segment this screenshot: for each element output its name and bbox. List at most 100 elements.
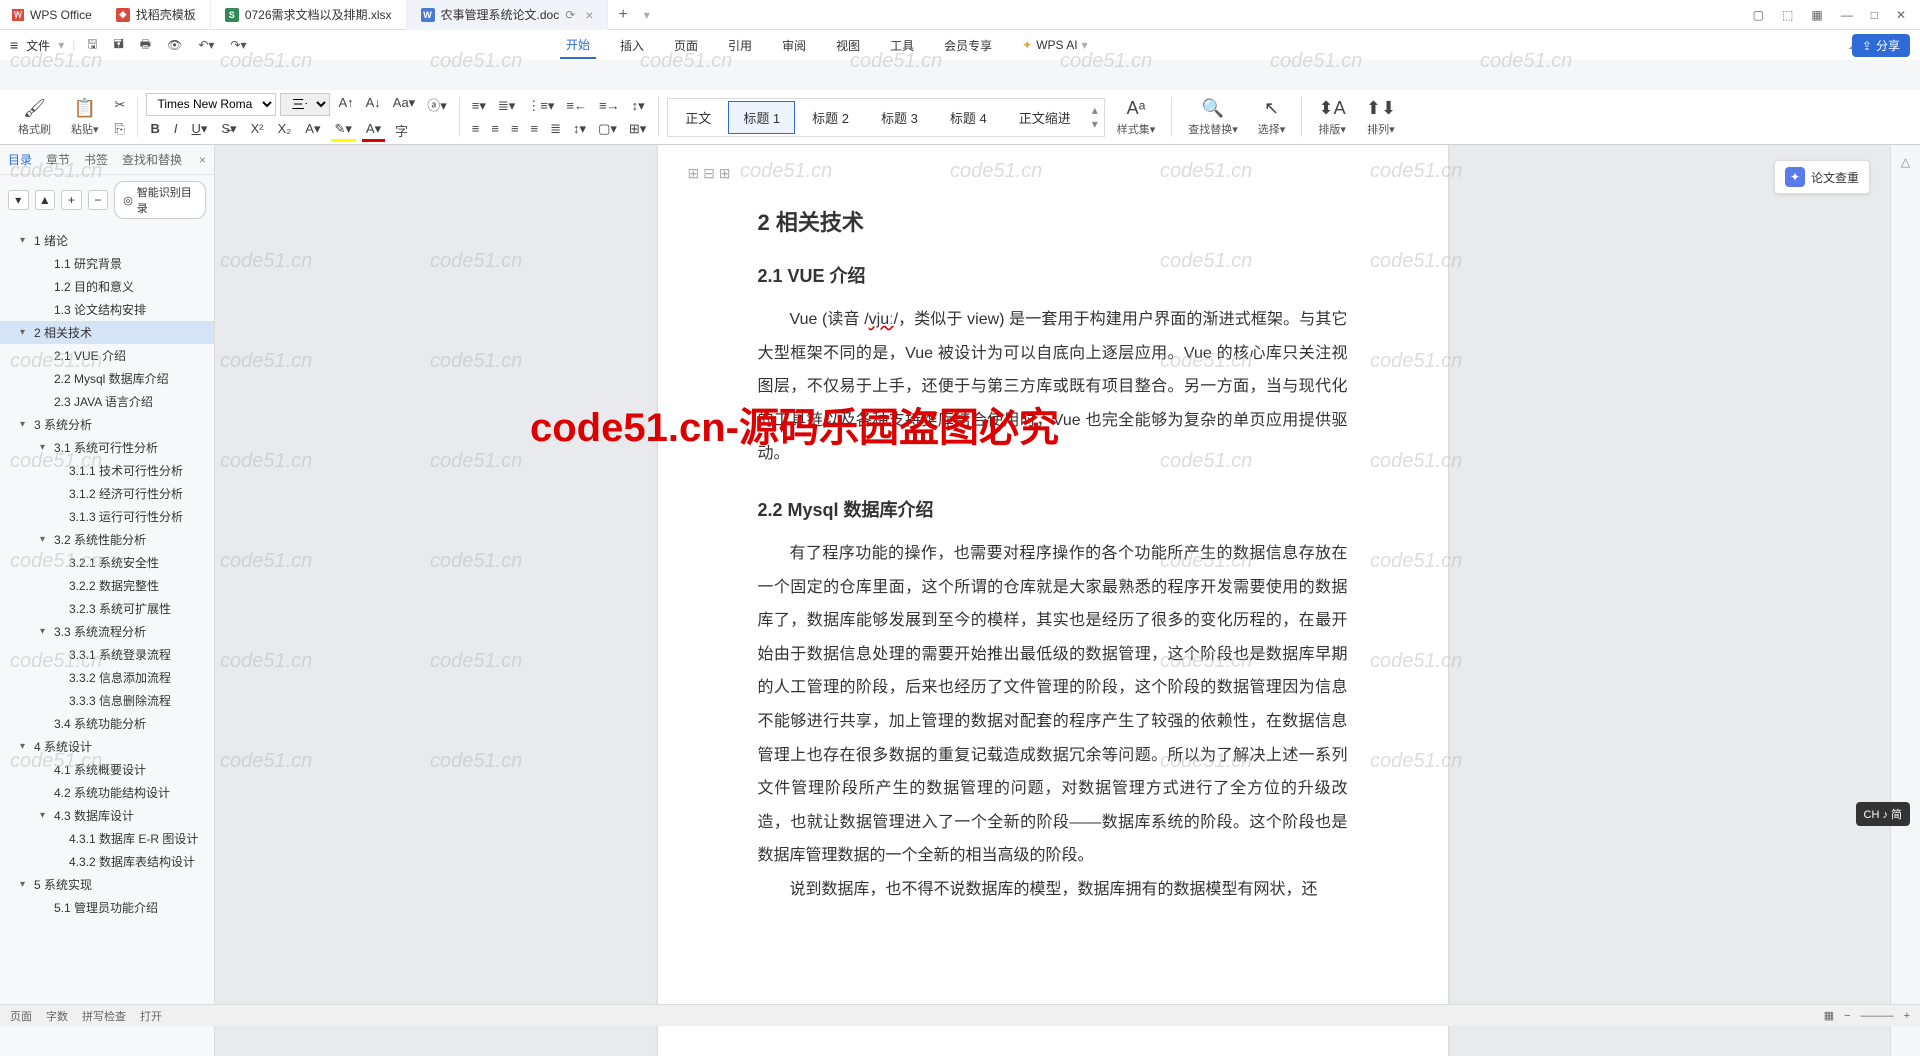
nav-dropdown-button[interactable]: ▾ — [8, 190, 29, 210]
print-icon[interactable]: 🖶 — [136, 33, 155, 58]
window-cube-icon[interactable]: ⬚ — [1782, 8, 1793, 22]
save-icon[interactable]: 🖫 — [83, 33, 101, 58]
strikethrough-button[interactable]: S̶▾ — [217, 119, 240, 142]
status-open[interactable]: 打开 — [140, 1008, 162, 1024]
change-case-icon[interactable]: Aa▾ — [389, 93, 419, 116]
bullet-list-icon[interactable]: ≡▾ — [468, 96, 490, 116]
align-distribute-icon[interactable]: ≣ — [546, 119, 565, 139]
hamburger-icon[interactable]: ≡ — [10, 37, 18, 53]
styles-scroll-up-icon[interactable]: ▴ — [1092, 103, 1098, 117]
paragraph-spacing-icon[interactable]: ↕▾ — [569, 119, 590, 139]
shading-icon[interactable]: ▢▾ — [594, 119, 621, 139]
style-set-button[interactable]: Aᵃ 样式集▾ — [1109, 98, 1164, 137]
subscript-button[interactable]: X₂ — [274, 119, 296, 142]
text-effects-button[interactable]: A▾ — [301, 119, 324, 142]
file-menu-label[interactable]: 文件 — [26, 37, 50, 54]
paper-check-button[interactable]: ✦ 论文查重 — [1774, 160, 1870, 194]
toc-item[interactable]: ▾5 系统实现 — [0, 873, 214, 896]
toc-item[interactable]: 3.2.2 数据完整性 — [0, 574, 214, 597]
toc-item[interactable]: 3.3.3 信息删除流程 — [0, 689, 214, 712]
toc-item[interactable]: 1.2 目的和意义 — [0, 275, 214, 298]
nav-tab-find[interactable]: 查找和替换 — [122, 151, 182, 168]
window-close-icon[interactable]: ✕ — [1896, 8, 1906, 22]
view-mode-icon[interactable]: ▦ — [1824, 1009, 1834, 1022]
tab-doc-active[interactable]: W 农事管理系统论文.doc ⟳ × — [407, 0, 609, 30]
font-grow-icon[interactable]: A↑ — [334, 93, 357, 116]
toc-item[interactable]: 3.2.3 系统可扩展性 — [0, 597, 214, 620]
border-icon[interactable]: ⊞▾ — [625, 119, 650, 139]
zoom-in-icon[interactable]: + — [1904, 1010, 1910, 1022]
toc-item[interactable]: 3.3.2 信息添加流程 — [0, 666, 214, 689]
align-right-icon[interactable]: ≡ — [507, 119, 523, 139]
document-area[interactable]: ⊞ ⊟ ⊞ 2 相关技术 2.1 VUE 介绍 Vue (读音 /vjuː/，类… — [215, 145, 1890, 1056]
toc-item[interactable]: ▾3.2 系统性能分析 — [0, 528, 214, 551]
toc-item[interactable]: 3.1.3 运行可行性分析 — [0, 505, 214, 528]
collapse-icon[interactable]: △ — [1901, 155, 1910, 169]
nav-close-icon[interactable]: × — [199, 153, 206, 167]
highlight-button[interactable]: ✎▾ — [331, 119, 356, 142]
style-body-indent[interactable]: 正文缩进 — [1004, 101, 1086, 134]
menu-tab-member[interactable]: 会员专享 — [938, 33, 998, 58]
arrange-button[interactable]: ⬍A 排版▾ — [1310, 98, 1354, 137]
style-heading3[interactable]: 标题 3 — [866, 101, 933, 134]
toc-item[interactable]: ▾2 相关技术 — [0, 321, 214, 344]
nav-tab-bookmark[interactable]: 书签 — [84, 151, 108, 168]
find-replace-button[interactable]: 🔍 查找替换▾ — [1180, 98, 1246, 137]
save-as-icon[interactable]: 🖬 — [110, 33, 128, 58]
toc-item[interactable]: 1.3 论文结构安排 — [0, 298, 214, 321]
toc-item[interactable]: ▾1 绪论 — [0, 229, 214, 252]
font-shrink-icon[interactable]: A↓ — [362, 93, 385, 116]
tab-dropdown-icon[interactable]: ▾ — [644, 8, 650, 22]
tab-close-icon[interactable]: × — [585, 7, 593, 23]
style-heading1[interactable]: 标题 1 — [728, 101, 795, 134]
tab-xlsx[interactable]: S 0726需求文档以及排期.xlsx — [211, 0, 407, 30]
font-name-select[interactable]: Times New Roma — [146, 93, 276, 116]
paste-group[interactable]: 📋 粘贴▾ — [63, 98, 107, 137]
menu-tab-view[interactable]: 视图 — [830, 33, 866, 58]
font-size-select[interactable]: 三号 — [280, 93, 330, 116]
tab-templates[interactable]: ◆ 找稻壳模板 — [102, 0, 211, 30]
italic-button[interactable]: I — [170, 119, 182, 142]
zoom-out-icon[interactable]: − — [1844, 1010, 1850, 1022]
status-page[interactable]: 页面 — [10, 1008, 32, 1024]
format-painter-group[interactable]: 🖌 格式刷 — [10, 98, 59, 137]
superscript-button[interactable]: X² — [247, 119, 268, 142]
select-button[interactable]: ↖ 选择▾ — [1250, 98, 1294, 137]
toc-item[interactable]: 3.2.1 系统安全性 — [0, 551, 214, 574]
outline-list-icon[interactable]: ⋮≡▾ — [523, 96, 558, 116]
nav-up-button[interactable]: ▲ — [35, 190, 56, 210]
menu-tab-reference[interactable]: 引用 — [722, 33, 758, 58]
indent-increase-icon[interactable]: ≡→ — [595, 96, 624, 116]
menu-tab-tools[interactable]: 工具 — [884, 33, 920, 58]
toc-item[interactable]: 5.1 管理员功能介绍 — [0, 896, 214, 919]
toc-item[interactable]: 3.3.1 系统登录流程 — [0, 643, 214, 666]
font-color-button[interactable]: A▾ — [362, 119, 385, 142]
sort-button[interactable]: ⬆⬇ 排列▾ — [1358, 98, 1404, 137]
menu-tab-insert[interactable]: 插入 — [614, 33, 650, 58]
toc-item[interactable]: 4.2 系统功能结构设计 — [0, 781, 214, 804]
copy-icon[interactable]: ⎘ — [111, 119, 130, 139]
clear-format-icon[interactable]: ⓐ▾ — [423, 93, 451, 116]
toc-item[interactable]: ▾4 系统设计 — [0, 735, 214, 758]
status-spellcheck[interactable]: 拼写检查 — [82, 1008, 126, 1024]
undo-icon[interactable]: ↶▾ — [194, 36, 218, 54]
toc-item[interactable]: ▾3.3 系统流程分析 — [0, 620, 214, 643]
toc-item[interactable]: ▾3 系统分析 — [0, 413, 214, 436]
style-heading4[interactable]: 标题 4 — [935, 101, 1002, 134]
print-preview-icon[interactable]: 👁 — [163, 36, 186, 54]
number-list-icon[interactable]: ≣▾ — [494, 96, 519, 116]
menu-tab-wps-ai[interactable]: ✦WPS AI▾ — [1016, 34, 1093, 56]
window-grid-icon[interactable]: ▦ — [1811, 8, 1822, 22]
bold-button[interactable]: B — [146, 119, 163, 142]
new-tab-button[interactable]: + — [608, 6, 637, 24]
status-wordcount[interactable]: 字数 — [46, 1008, 68, 1024]
align-justify-icon[interactable]: ≡ — [527, 119, 543, 139]
smart-toc-button[interactable]: ◎ 智能识别目录 — [114, 181, 206, 219]
nav-tab-toc[interactable]: 目录 — [8, 151, 32, 168]
nav-add-button[interactable]: + — [61, 190, 82, 210]
toc-item[interactable]: 2.1 VUE 介绍 — [0, 344, 214, 367]
redo-icon[interactable]: ↷▾ — [226, 36, 250, 54]
zoom-slider[interactable]: ——— — [1861, 1010, 1894, 1022]
toc-item[interactable]: 4.1 系统概要设计 — [0, 758, 214, 781]
toc-item[interactable]: ▾3.1 系统可行性分析 — [0, 436, 214, 459]
